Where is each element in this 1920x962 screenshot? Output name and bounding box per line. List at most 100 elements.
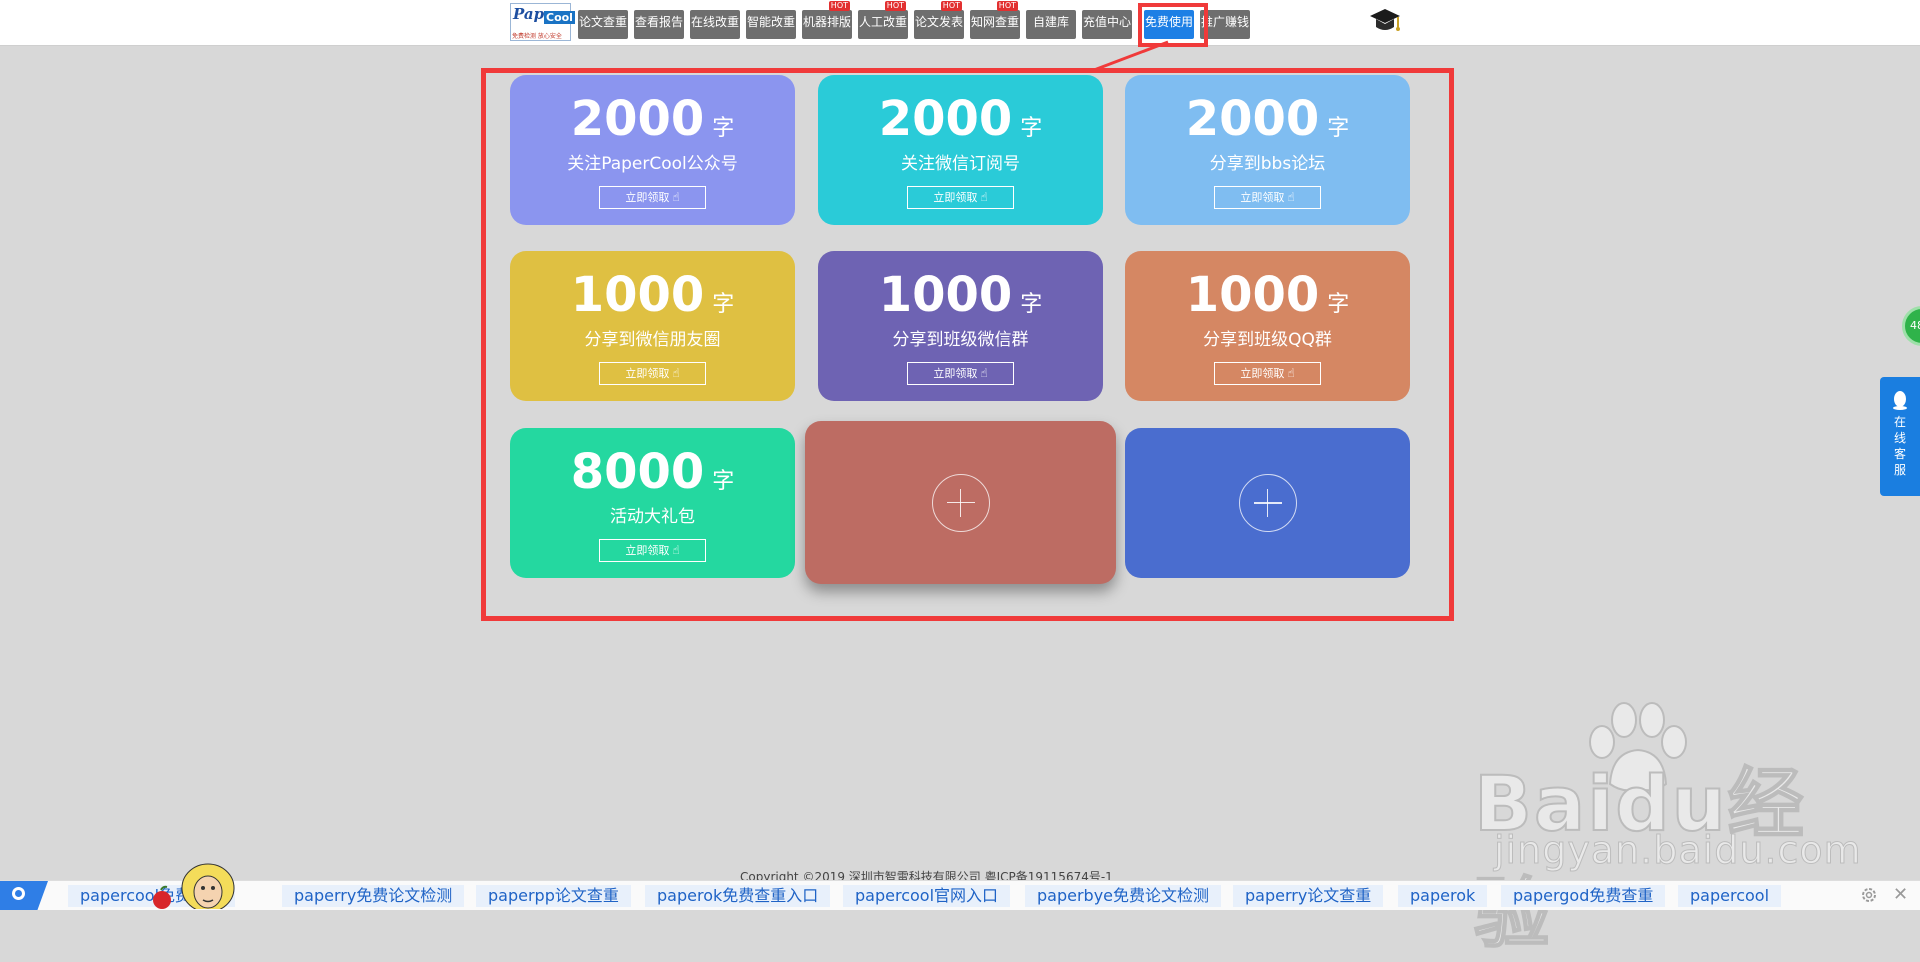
card-amount: 2000 字 <box>818 91 1103 147</box>
nav-self-library[interactable]: 自建库 <box>1026 10 1076 39</box>
card-description: 分享到班级微信群 <box>892 330 1029 350</box>
hand-pointer-icon: ☝ <box>672 190 680 204</box>
card-description: 分享到bbs论坛 <box>1209 154 1326 174</box>
amount-number: 2000 <box>1185 91 1320 147</box>
card-description: 活动大礼包 <box>610 507 695 527</box>
amount-number: 2000 <box>570 91 705 147</box>
claim-label: 立即领取 <box>1240 367 1285 380</box>
nav-label: 论文发表 <box>914 15 963 29</box>
claim-button[interactable]: 立即领取 ☝ <box>1214 186 1321 209</box>
claim-label: 立即领取 <box>625 191 670 204</box>
nav-recharge-center[interactable]: 充值中心 <box>1082 10 1132 39</box>
card-amount: 8000 字 <box>510 444 795 500</box>
nav-online-rewrite[interactable]: 在线改重 <box>690 10 740 39</box>
bottom-link[interactable]: papergod免费查重 <box>1501 885 1666 907</box>
amount-unit: 字 <box>712 469 735 494</box>
hand-pointer-icon: ☝ <box>1287 366 1295 380</box>
bottom-link[interactable]: papercool官网入口 <box>843 885 1011 907</box>
amount-unit: 字 <box>1020 116 1043 141</box>
logo-tagline: 免费检测 放心安全 <box>512 33 562 40</box>
gear-icon[interactable] <box>1860 886 1878 904</box>
nav-paper-check[interactable]: 论文查重 <box>578 10 628 39</box>
nav-label: 在线改重 <box>690 15 739 29</box>
nav-cnki-check[interactable]: 知网查重 HOT <box>970 1 1020 39</box>
card-amount: 1000 字 <box>510 267 795 323</box>
nav-label: 知网查重 <box>970 15 1019 29</box>
hot-badge: HOT <box>940 1 962 11</box>
nav-label: 自建库 <box>1032 15 1069 29</box>
amount-number: 1000 <box>878 267 1013 323</box>
logo-text-cool: Cool <box>544 11 575 24</box>
card-add-placeholder[interactable] <box>1125 428 1410 578</box>
nav-machine-layout[interactable]: 机器排版 HOT <box>802 1 852 39</box>
papercool-logo[interactable]: Paper Cool 免费检测 放心安全 <box>510 3 575 41</box>
card-description: 关注微信订阅号 <box>901 154 1020 174</box>
floating-badge[interactable]: 48 <box>1902 306 1920 346</box>
online-service-button[interactable]: 在线客服 <box>1880 377 1920 496</box>
amount-number: 8000 <box>570 444 705 500</box>
hot-badge: HOT <box>884 1 906 11</box>
amount-number: 1000 <box>1185 267 1320 323</box>
nav-paper-publish[interactable]: 论文发表 HOT <box>914 1 964 39</box>
hand-pointer-icon: ☝ <box>672 543 680 557</box>
card-event-gift: 8000 字 活动大礼包 立即领取 ☝ <box>510 428 795 578</box>
card-description: 分享到班级QQ群 <box>1203 330 1332 350</box>
bottom-link-bar: papercool免费检测 paperry免费论文检测 paperpp论文查重 … <box>0 880 1920 910</box>
claim-button[interactable]: 立即领取 ☝ <box>599 539 706 562</box>
claim-label: 立即领取 <box>1240 191 1285 204</box>
search-icon <box>12 887 25 900</box>
bottom-search-button[interactable] <box>0 881 48 910</box>
nav-label: 推广赚钱 <box>1200 15 1249 29</box>
bottom-link[interactable]: paperok <box>1398 885 1488 907</box>
card-share-bbs: 2000 字 分享到bbs论坛 立即领取 ☝ <box>1125 75 1410 225</box>
claim-label: 立即领取 <box>625 544 670 557</box>
amount-number: 2000 <box>878 91 1013 147</box>
card-follow-wechat: 2000 字 关注微信订阅号 立即领取 ☝ <box>818 75 1103 225</box>
nav-label: 论文查重 <box>578 15 627 29</box>
card-add-placeholder[interactable] <box>805 421 1116 584</box>
claim-label: 立即领取 <box>625 367 670 380</box>
hot-badge: HOT <box>996 1 1018 11</box>
hot-badge: HOT <box>828 1 850 11</box>
card-description: 分享到微信朋友圈 <box>584 330 721 350</box>
hand-pointer-icon: ☝ <box>672 366 680 380</box>
card-follow-papercool: 2000 字 关注PaperCool公众号 立即领取 ☝ <box>510 75 795 225</box>
nav-smart-rewrite[interactable]: 智能改重 <box>746 10 796 39</box>
claim-button[interactable]: 立即领取 ☝ <box>907 362 1014 385</box>
card-description: 关注PaperCool公众号 <box>567 154 738 174</box>
bottom-link[interactable]: paperbye免费论文检测 <box>1025 885 1222 907</box>
nav-label: 查看报告 <box>634 15 683 29</box>
amount-unit: 字 <box>712 116 735 141</box>
amount-unit: 字 <box>712 292 735 317</box>
bottom-link[interactable]: paperry论文查重 <box>1233 885 1384 907</box>
claim-button[interactable]: 立即领取 ☝ <box>599 362 706 385</box>
claim-label: 立即领取 <box>933 367 978 380</box>
claim-button[interactable]: 立即领取 ☝ <box>907 186 1014 209</box>
claim-label: 立即领取 <box>933 191 978 204</box>
hand-pointer-icon: ☝ <box>980 366 988 380</box>
amount-number: 1000 <box>570 267 705 323</box>
graduation-cap-icon[interactable] <box>1368 6 1402 36</box>
amount-unit: 字 <box>1020 292 1043 317</box>
bottom-link[interactable]: paperpp论文查重 <box>476 885 631 907</box>
plus-circle-icon <box>1238 474 1297 532</box>
nav-label: 智能改重 <box>746 15 795 29</box>
nav-view-report[interactable]: 查看报告 <box>634 10 684 39</box>
nav-label: 充值中心 <box>1082 15 1131 29</box>
claim-button[interactable]: 立即领取 ☝ <box>599 186 706 209</box>
bottom-link[interactable]: paperry免费论文检测 <box>282 885 465 907</box>
card-amount: 2000 字 <box>510 91 795 147</box>
nav-manual-rewrite[interactable]: 人工改重 HOT <box>858 1 908 39</box>
plus-circle-icon <box>931 473 990 532</box>
bottom-link[interactable]: paperok免费查重入口 <box>645 885 831 907</box>
bottom-link[interactable]: papercool <box>1678 885 1782 907</box>
claim-button[interactable]: 立即领取 ☝ <box>1214 362 1321 385</box>
mascot-figure <box>153 863 235 909</box>
nav-label: 机器排版 <box>802 15 851 29</box>
watermark-url: jingyan.baidu.com <box>1494 828 1862 873</box>
amount-unit: 字 <box>1327 292 1350 317</box>
close-icon[interactable]: ✕ <box>1893 884 1908 905</box>
card-share-class-wechat: 1000 字 分享到班级微信群 立即领取 ☝ <box>818 251 1103 401</box>
badge-count: 48 <box>1910 319 1920 332</box>
card-share-moments: 1000 字 分享到微信朋友圈 立即领取 ☝ <box>510 251 795 401</box>
